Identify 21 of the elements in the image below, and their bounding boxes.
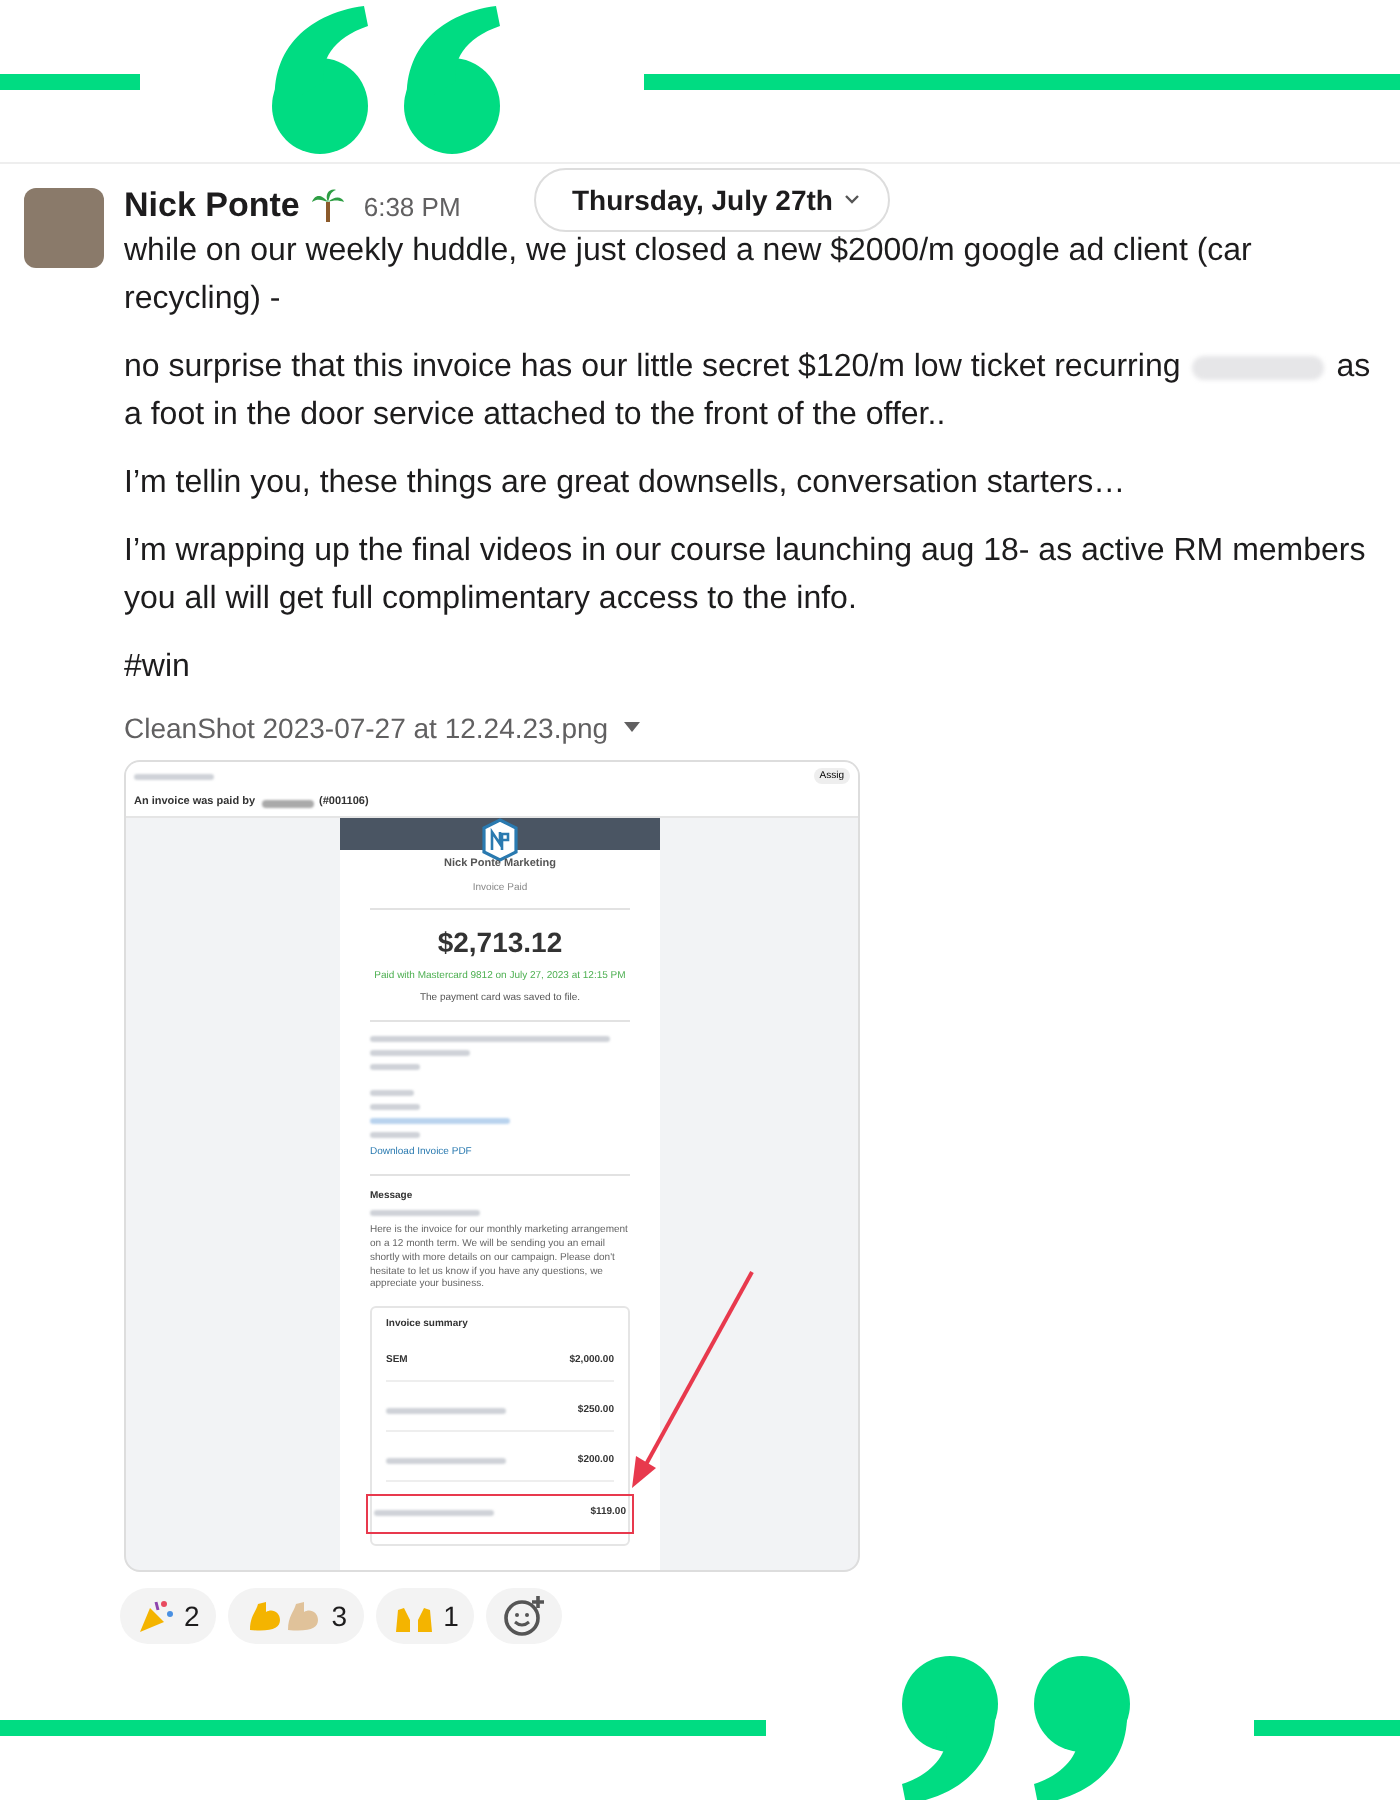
palm-tree-icon: [311, 188, 344, 225]
chevron-down-icon: [844, 194, 861, 207]
timestamp[interactable]: 6:38 PM: [363, 191, 461, 222]
screenshot-image[interactable]: [124, 760, 860, 1573]
party-popper-icon: [136, 1596, 176, 1637]
message-paragraph: I’m wrapping up the final videos in our course launching aug 18- as active RM members you all will get full complimentary access to the info.: [124, 532, 1368, 621]
reaction-chip[interactable]: 3: [227, 1588, 364, 1645]
add-emoji-icon: [502, 1594, 547, 1639]
message-paragraph: I’m tellin you, these things are great downsells, conversation starters…: [124, 464, 1128, 505]
message-paragraph: while on our weekly huddle, we just closed a new $2000/m google ad client (car recycling) -: [124, 232, 1254, 321]
reaction-chip[interactable]: 2: [120, 1588, 216, 1645]
message-paragraph: #win: [124, 648, 192, 689]
add-reaction-button[interactable]: [486, 1588, 563, 1645]
author-name[interactable]: Nick Ponte: [124, 186, 300, 227]
attachment-filename[interactable]: CleanShot 2023-07-27 at 12.24.23.png: [124, 712, 609, 745]
avatar: [24, 188, 104, 269]
date-pill[interactable]: Thursday, July 27th: [534, 168, 891, 233]
invoice-amount: $2,713.12: [435, 924, 565, 963]
caret-icon[interactable]: [624, 722, 641, 735]
reaction-chip[interactable]: 1: [375, 1588, 475, 1645]
message-paragraph: no surprise that this invoice has our little secret $120/m low ticket recurring as a foot in the door service attached to the front of the offer..: [124, 348, 1373, 437]
